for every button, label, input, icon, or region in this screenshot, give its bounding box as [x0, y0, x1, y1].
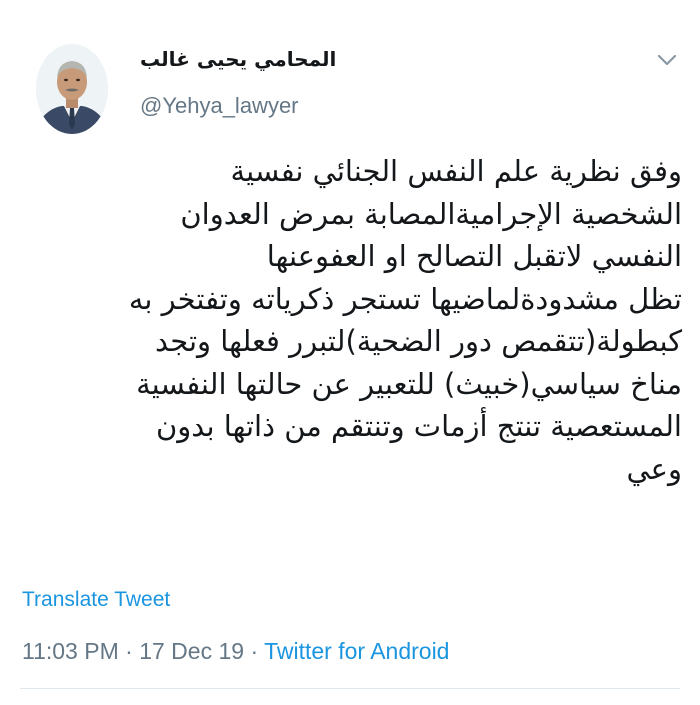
tweet-metadata: 11:03 PM · 17 Dec 19 · Twitter for Andro… [22, 636, 449, 666]
tweet-text-line: وعي [626, 451, 682, 486]
author-display-name[interactable]: المحامي يحيى غالب [140, 46, 340, 72]
chevron-down-icon[interactable] [654, 50, 680, 70]
tweet-text: وفق نظرية علم النفس الجنائي نفسية الشخصي… [18, 150, 682, 490]
tweet-text-line: المستعصية تنتج أزمات وتنتقم من ذاتها بدو… [155, 409, 682, 443]
tweet-text-line: كبطولة(تتقمص دور الضحية)لتبرر فعلها وتجد [155, 324, 682, 358]
tweet-text-line: الشخصية الإجراميةالمصابة بمرض العدوان [180, 196, 682, 231]
tweet-date: 17 Dec 19 [139, 638, 245, 664]
meta-separator: · [125, 638, 133, 664]
avatar[interactable] [36, 44, 108, 134]
tweet-text-line: وفق نظرية علم النفس الجنائي نفسية [230, 154, 682, 188]
divider [20, 688, 680, 689]
tweet-time: 11:03 PM [22, 638, 119, 664]
tweet-detail: المحامي يحيى غالب @Yehya_lawyer وفق نظري… [0, 0, 700, 705]
meta-separator: · [250, 638, 259, 664]
author-handle[interactable]: @Yehya_lawyer [140, 92, 299, 120]
tweet-text-line: تظل مشدودةلماضيها تستجر ذكرياته وتفتخر ب… [128, 281, 682, 316]
tweet-source-link[interactable]: Twitter for Android [264, 638, 449, 664]
translate-tweet-link[interactable]: Translate Tweet [22, 586, 170, 614]
tweet-text-line: النفسي لاتقبل التصالح او العفوعنها [266, 239, 682, 273]
tweet-text-line: مناخ سياسي(خبيث) للتعبير عن حالتها النفس… [136, 366, 682, 401]
